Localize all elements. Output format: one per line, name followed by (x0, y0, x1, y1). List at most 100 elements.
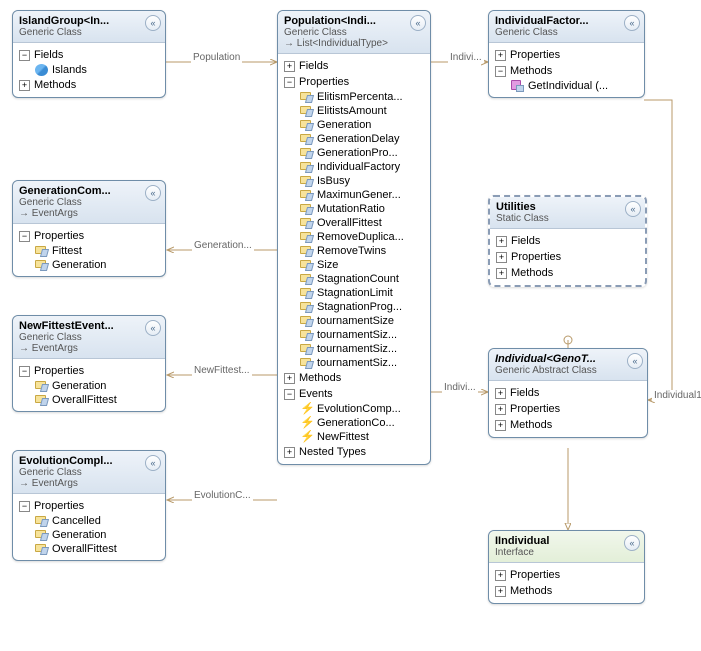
collapse-icon[interactable]: − (284, 389, 295, 400)
class-header[interactable]: Population<Indi... Generic Class → List<… (278, 11, 430, 54)
property-item[interactable]: Cancelled (35, 514, 159, 528)
property-item[interactable]: Generation (35, 258, 159, 272)
expand-icon[interactable]: + (495, 50, 506, 61)
property-item[interactable]: StagnationCount (300, 272, 424, 286)
section-properties[interactable]: −Properties (19, 363, 159, 379)
property-item[interactable]: IndividualFactory (300, 160, 424, 174)
class-header[interactable]: EvolutionCompl... Generic Class → EventA… (13, 451, 165, 494)
property-item[interactable]: OverallFittest (35, 542, 159, 556)
expand-icon[interactable]: + (495, 586, 506, 597)
property-item[interactable]: GenerationPro... (300, 146, 424, 160)
section-methods[interactable]: +Methods (495, 583, 638, 599)
field-item[interactable]: Islands (35, 63, 159, 77)
section-properties[interactable]: −Properties (19, 498, 159, 514)
expand-icon[interactable]: + (496, 268, 507, 279)
section-properties[interactable]: +Properties (496, 249, 639, 265)
section-fields[interactable]: −Fields (19, 47, 159, 63)
expand-icon[interactable]: + (495, 420, 506, 431)
property-item[interactable]: ElitismPercenta... (300, 90, 424, 104)
expand-icon[interactable]: + (19, 80, 30, 91)
section-fields[interactable]: +Fields (496, 233, 639, 249)
class-newfittest[interactable]: NewFittestEvent... Generic Class → Event… (12, 315, 166, 412)
class-population[interactable]: Population<Indi... Generic Class → List<… (277, 10, 431, 465)
collapse-icon[interactable]: − (495, 66, 506, 77)
section-properties[interactable]: +Properties (495, 567, 638, 583)
class-header[interactable]: IIndividual Interface « (489, 531, 644, 563)
property-item[interactable]: Size (300, 258, 424, 272)
event-item[interactable]: EvolutionComp... (300, 402, 424, 416)
property-item[interactable]: GenerationDelay (300, 132, 424, 146)
event-item[interactable]: GenerationCo... (300, 416, 424, 430)
property-item[interactable]: tournamentSiz... (300, 342, 424, 356)
section-nested[interactable]: +Nested Types (284, 444, 424, 460)
class-header[interactable]: NewFittestEvent... Generic Class → Event… (13, 316, 165, 359)
property-item[interactable]: MaximunGener... (300, 188, 424, 202)
chevron-up-icon[interactable]: « (145, 185, 161, 201)
property-item[interactable]: ElitistsAmount (300, 104, 424, 118)
property-item[interactable]: tournamentSize (300, 314, 424, 328)
section-fields[interactable]: +Fields (495, 385, 641, 401)
chevron-up-icon[interactable]: « (145, 15, 161, 31)
class-evolutioncompl[interactable]: EvolutionCompl... Generic Class → EventA… (12, 450, 166, 561)
class-header[interactable]: Utilities Static Class « (490, 197, 645, 229)
section-properties[interactable]: −Properties (284, 74, 424, 90)
section-methods[interactable]: +Methods (19, 77, 159, 93)
chevron-up-icon[interactable]: « (145, 320, 161, 336)
property-item[interactable]: RemoveDuplica... (300, 230, 424, 244)
property-item[interactable]: MutationRatio (300, 202, 424, 216)
property-item[interactable]: OverallFittest (35, 393, 159, 407)
property-item[interactable]: OverallFittest (300, 216, 424, 230)
class-inherits: → EventArgs (19, 343, 159, 354)
section-properties[interactable]: +Properties (495, 47, 638, 63)
expand-icon[interactable]: + (496, 252, 507, 263)
property-item[interactable]: IsBusy (300, 174, 424, 188)
expand-icon[interactable]: + (495, 388, 506, 399)
section-methods[interactable]: +Methods (284, 370, 424, 386)
expand-icon[interactable]: + (496, 236, 507, 247)
event-item[interactable]: NewFittest (300, 430, 424, 444)
method-item[interactable]: GetIndividual (... (511, 79, 638, 93)
chevron-up-icon[interactable]: « (624, 535, 640, 551)
collapse-icon[interactable]: − (19, 366, 30, 377)
chevron-up-icon[interactable]: « (410, 15, 426, 31)
section-methods[interactable]: +Methods (495, 417, 641, 433)
section-properties[interactable]: +Properties (495, 401, 641, 417)
collapse-icon[interactable]: − (284, 77, 295, 88)
section-methods[interactable]: +Methods (496, 265, 639, 281)
collapse-icon[interactable]: − (19, 501, 30, 512)
property-item[interactable]: tournamentSiz... (300, 356, 424, 370)
section-methods[interactable]: −Methods (495, 63, 638, 79)
chevron-up-icon[interactable]: « (145, 455, 161, 471)
section-properties[interactable]: −Properties (19, 228, 159, 244)
class-generationcom[interactable]: GenerationCom... Generic Class → EventAr… (12, 180, 166, 277)
property-item[interactable]: Generation (35, 528, 159, 542)
class-utilities[interactable]: Utilities Static Class « +Fields +Proper… (488, 195, 647, 287)
expand-icon[interactable]: + (495, 570, 506, 581)
chevron-up-icon[interactable]: « (624, 15, 640, 31)
class-islandgroup[interactable]: IslandGroup<In... Generic Class « −Field… (12, 10, 166, 98)
interface-iindividual[interactable]: IIndividual Interface « +Properties +Met… (488, 530, 645, 604)
property-item[interactable]: StagnationLimit (300, 286, 424, 300)
section-fields[interactable]: +Fields (284, 58, 424, 74)
class-individualfactor[interactable]: IndividualFactor... Generic Class « +Pro… (488, 10, 645, 98)
class-header[interactable]: Individual<GenoT... Generic Abstract Cla… (489, 349, 647, 381)
class-header[interactable]: IslandGroup<In... Generic Class « (13, 11, 165, 43)
property-item[interactable]: Generation (35, 379, 159, 393)
property-item[interactable]: StagnationProg... (300, 300, 424, 314)
collapse-icon[interactable]: − (19, 50, 30, 61)
expand-icon[interactable]: + (284, 61, 295, 72)
expand-icon[interactable]: + (284, 373, 295, 384)
expand-icon[interactable]: + (495, 404, 506, 415)
chevron-up-icon[interactable]: « (627, 353, 643, 369)
property-item[interactable]: RemoveTwins (300, 244, 424, 258)
class-header[interactable]: GenerationCom... Generic Class → EventAr… (13, 181, 165, 224)
class-individual[interactable]: Individual<GenoT... Generic Abstract Cla… (488, 348, 648, 438)
property-item[interactable]: Generation (300, 118, 424, 132)
section-events[interactable]: −Events (284, 386, 424, 402)
property-item[interactable]: tournamentSiz... (300, 328, 424, 342)
property-item[interactable]: Fittest (35, 244, 159, 258)
class-header[interactable]: IndividualFactor... Generic Class « (489, 11, 644, 43)
expand-icon[interactable]: + (284, 447, 295, 458)
collapse-icon[interactable]: − (19, 231, 30, 242)
chevron-up-icon[interactable]: « (625, 201, 641, 217)
